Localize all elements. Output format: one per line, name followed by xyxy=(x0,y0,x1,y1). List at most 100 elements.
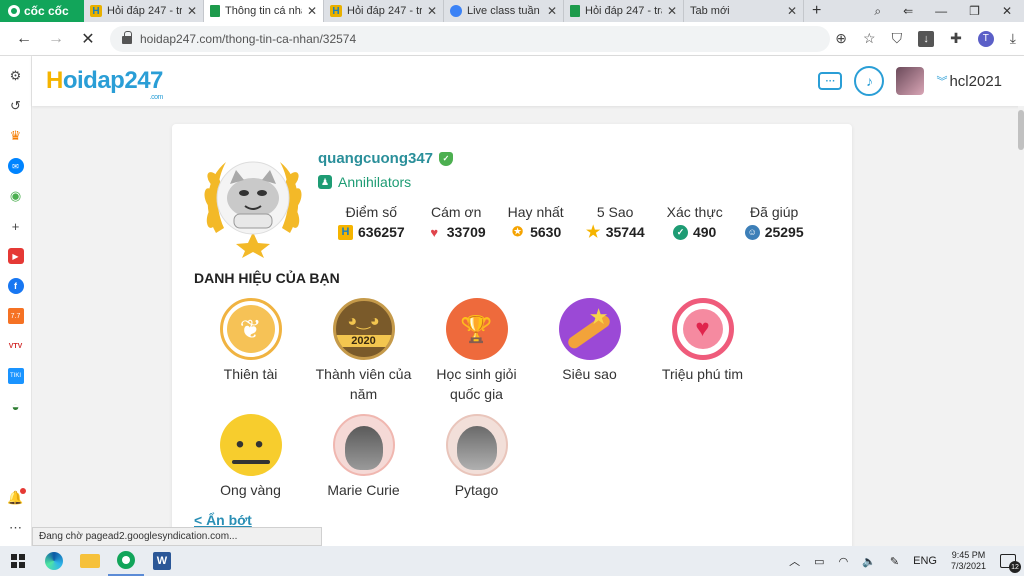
stop-loading-icon[interactable]: ✕ xyxy=(72,29,104,49)
owl-2020-icon: ◕‿◕ 2020 xyxy=(332,298,395,360)
settings-gear-icon[interactable]: ⚙ xyxy=(8,68,24,84)
badge-sieu-sao[interactable]: ★ Siêu sao xyxy=(533,298,646,404)
browser-sidebar: ⚙ ↺ ♛ ✉ ◉ + ▶ f 7.7 VTV TIKI ◒ 🔔 ⋯ xyxy=(0,56,32,546)
heart-icon: ♥ xyxy=(430,224,439,240)
stat-da-giup: Đã giúp ☺ 25295 xyxy=(744,204,804,240)
chevron-up-icon[interactable]: ︿ xyxy=(789,553,800,569)
globe-favicon-icon xyxy=(450,5,462,17)
taskbar-word[interactable]: W xyxy=(144,546,180,576)
hoidap247-logo[interactable]: Hoidap247 .com xyxy=(46,67,163,101)
close-tab-icon[interactable]: ✕ xyxy=(547,4,557,18)
tab-new[interactable]: Tab mới ✕ xyxy=(684,0,804,22)
coccoc-logo-icon xyxy=(8,5,20,17)
bookmark-star-icon[interactable]: ☆ xyxy=(863,30,876,47)
medal-icon: ✪ xyxy=(512,224,524,239)
history-icon[interactable]: ↺ xyxy=(8,98,24,114)
badge-pytago[interactable]: Pytago xyxy=(420,414,533,500)
battery-icon[interactable]: ▭ xyxy=(814,555,824,568)
header-actions: ··· ♪ ︾ hcl2021 xyxy=(818,66,1010,96)
notification-bell-icon[interactable]: 🔔 xyxy=(7,488,26,506)
shopping-icon[interactable]: 7.7 xyxy=(7,308,24,324)
shooting-star-icon: ★ xyxy=(558,298,621,360)
profile-avatar-icon[interactable]: T xyxy=(977,30,994,47)
tab-search-icon[interactable]: ⌕ xyxy=(874,4,881,19)
close-tab-icon[interactable]: ✕ xyxy=(187,4,197,18)
sidebar-bottom: 🔔 ⋯ xyxy=(7,488,26,546)
new-tab-button[interactable]: + xyxy=(804,2,829,20)
collapse-link[interactable]: < Ẩn bớt xyxy=(194,512,252,528)
badge-ong-vang[interactable]: • • Ong vàng xyxy=(194,414,307,500)
crown-icon[interactable]: ♛ xyxy=(8,128,24,144)
game-controller-icon[interactable]: ◉ xyxy=(8,188,24,204)
tiki-icon[interactable]: TIKI xyxy=(7,368,24,384)
close-window-icon[interactable]: ✕ xyxy=(1002,4,1012,19)
close-tab-icon[interactable]: ✕ xyxy=(427,4,437,18)
clock[interactable]: 9:45 PM 7/3/2021 xyxy=(951,550,986,572)
badge-hoc-sinh-gioi[interactable]: 🏆 Học sinh giỏi quốc gia xyxy=(420,298,533,404)
extensions-icon[interactable]: ✚ xyxy=(950,30,962,47)
page-scrollbar[interactable] xyxy=(1018,106,1024,546)
messenger-icon[interactable]: ✉ xyxy=(7,158,24,174)
download-icon[interactable]: ↓ xyxy=(918,30,935,47)
loading-status: Đang chờ pagead2.googlesyndication.com..… xyxy=(32,527,322,546)
taskbar-explorer[interactable] xyxy=(72,546,108,576)
taskbar-coccoc[interactable] xyxy=(108,546,144,576)
coccoc-icon xyxy=(117,551,135,569)
coccoc-menu-button[interactable]: cốc cốc xyxy=(0,0,84,22)
restore-icon[interactable]: ❐ xyxy=(969,4,980,19)
hat-icon[interactable]: ◒ xyxy=(8,398,24,414)
badge-thanh-vien-cua-nam[interactable]: ◕‿◕ 2020 Thành viên của năm xyxy=(307,298,420,404)
star-icon: ★ xyxy=(586,224,601,241)
url-field[interactable]: hoidap247.com/thong-tin-ca-nhan/32574 xyxy=(110,25,830,52)
marie-curie-portrait xyxy=(332,414,395,476)
user-menu[interactable]: ︾ hcl2021 xyxy=(936,73,1002,90)
word-icon: W xyxy=(153,552,171,570)
back-arrow-icon[interactable]: ← xyxy=(8,30,40,48)
tab-hoidap-3[interactable]: Hỏi đáp 247 - tra ✕ xyxy=(564,0,684,22)
rank-badge-icon: ♟ xyxy=(318,175,332,189)
profile-name[interactable]: quangcuong347 ✓ xyxy=(318,150,454,167)
user-avatar[interactable] xyxy=(896,67,925,95)
h-point-icon: H xyxy=(338,224,353,240)
bell-icon[interactable]: ♪ xyxy=(854,66,885,96)
badge-trieu-phu-tim[interactable]: ♥ Triệu phú tim xyxy=(646,298,759,404)
stat-diem-so: Điểm số H 636257 xyxy=(338,204,405,240)
chat-icon[interactable]: ··· xyxy=(818,72,843,90)
green-favicon-icon xyxy=(210,5,220,17)
shield-icon[interactable]: ⛉ xyxy=(892,30,903,47)
vtv-icon[interactable]: VTV xyxy=(8,338,24,354)
wheat-icon: ❦ xyxy=(219,298,282,360)
taskbar-edge[interactable] xyxy=(36,546,72,576)
minimize-icon[interactable]: — xyxy=(935,4,947,19)
close-tab-icon[interactable]: ✕ xyxy=(307,4,317,18)
tab-thong-tin[interactable]: Thông tin cá nhân ✕ xyxy=(204,0,324,22)
youtube-icon[interactable]: ▶ xyxy=(7,248,24,264)
forward-arrow-icon[interactable]: → xyxy=(40,30,72,48)
tab-hoidap-1[interactable]: H Hỏi đáp 247 - tra ✕ xyxy=(84,0,204,22)
badge-thien-tai[interactable]: ❦ Thiên tài xyxy=(194,298,307,404)
titles-badge-grid: ❦ Thiên tài ◕‿◕ 2020 Thành viên của năm … xyxy=(194,298,814,500)
back-tab-icon[interactable]: ⇐ xyxy=(903,4,913,19)
more-options-icon[interactable]: ⋯ xyxy=(8,520,24,536)
language-indicator[interactable]: ENG xyxy=(913,555,937,567)
zoom-icon[interactable]: ⊕ xyxy=(835,30,847,47)
tab-live-class[interactable]: Live class tuần 3 ✕ xyxy=(444,0,564,22)
window-controls: ⌕ ⇐ — ❐ ✕ xyxy=(874,4,1024,19)
start-button[interactable] xyxy=(0,546,36,576)
close-tab-icon[interactable]: ✕ xyxy=(667,4,677,18)
system-tray: ︿ ▭ ◠ 🔈 ✎ ENG 9:45 PM 7/3/2021 12 xyxy=(789,550,1024,573)
wifi-icon[interactable]: ◠ xyxy=(839,555,849,568)
site-header: Hoidap247 .com ··· ♪ ︾ hcl2021 xyxy=(32,56,1024,106)
volume-icon[interactable]: 🔈 xyxy=(862,555,876,568)
add-sidebar-icon[interactable]: + xyxy=(8,218,24,234)
downloads-icon[interactable]: ⤓ xyxy=(1010,30,1016,47)
scrollbar-thumb[interactable] xyxy=(1018,110,1024,150)
heart-badge-icon: ♥ xyxy=(671,298,734,360)
action-center-icon[interactable]: 12 xyxy=(1000,554,1021,573)
badge-marie-curie[interactable]: Marie Curie xyxy=(307,414,420,500)
tab-hoidap-2[interactable]: H Hỏi đáp 247 - tra ✕ xyxy=(324,0,444,22)
facebook-icon[interactable]: f xyxy=(7,278,24,294)
pen-icon[interactable]: ✎ xyxy=(890,555,899,568)
close-tab-icon[interactable]: ✕ xyxy=(787,4,797,18)
hoidap-favicon-icon: H xyxy=(330,5,342,17)
